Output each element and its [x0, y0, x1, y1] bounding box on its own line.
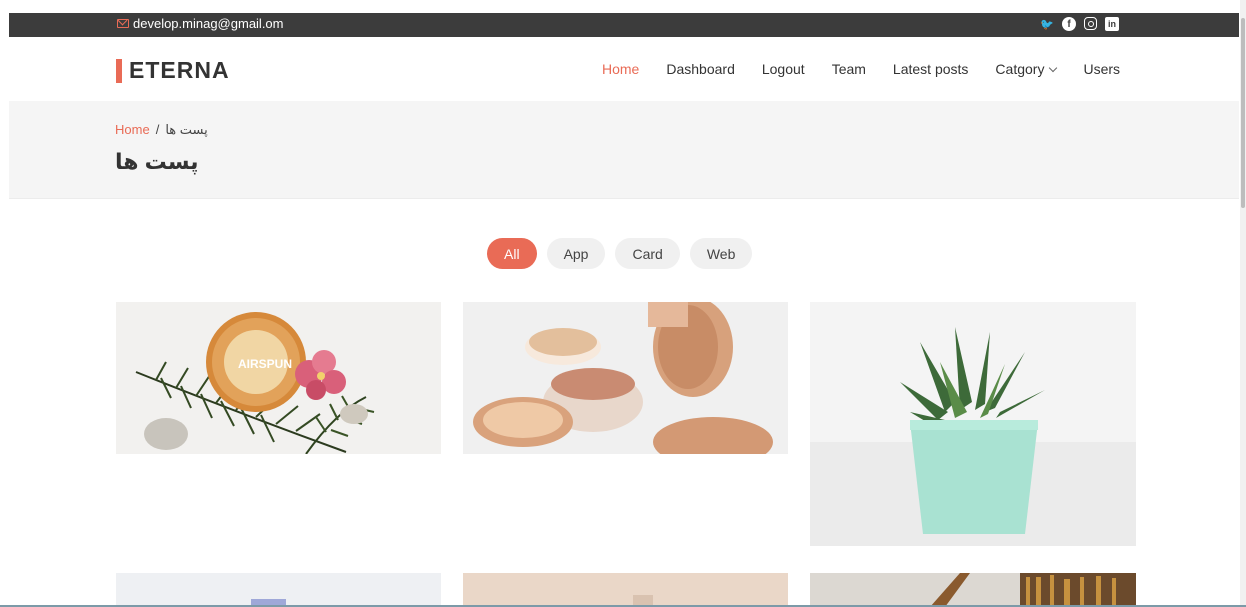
nav-latest-posts[interactable]: Latest posts [893, 61, 969, 77]
filter-web[interactable]: Web [689, 238, 753, 269]
nav-users[interactable]: Users [1083, 61, 1120, 77]
linkedin-icon[interactable]: in [1105, 17, 1119, 31]
nav-home[interactable]: Home [602, 61, 639, 77]
logo-bar [116, 58, 122, 83]
portfolio-item-powder-flowers[interactable]: AIRSPUN [116, 302, 441, 454]
logo-text: ETERNA [129, 57, 230, 83]
nav-logout[interactable]: Logout [762, 61, 805, 77]
succulent-image [810, 302, 1136, 546]
airspun-label: AIRSPUN [238, 357, 292, 371]
email-text: develop.minag@gmail.om [133, 16, 284, 31]
portfolio-item-bottom-left[interactable] [116, 573, 441, 607]
portfolio-item-bottom-middle[interactable] [463, 573, 788, 607]
filter-card[interactable]: Card [615, 238, 680, 269]
bottom-left-image [116, 573, 441, 607]
breadcrumb-home[interactable]: Home [115, 122, 150, 138]
social-links: 🐦 f in [1040, 17, 1119, 31]
contact-email[interactable]: develop.minag@gmail.om [117, 16, 284, 31]
nav-dashboard[interactable]: Dashboard [666, 61, 735, 77]
scrollbar-thumb[interactable] [1241, 18, 1245, 208]
twitter-icon[interactable]: 🐦 [1040, 17, 1054, 31]
chevron-down-icon [1049, 63, 1058, 73]
envelope-icon [117, 19, 129, 28]
site-header: ETERNA Home Dashboard Logout Team Latest… [9, 37, 1239, 101]
filter-app[interactable]: App [546, 238, 606, 269]
main-nav: Home Dashboard Logout Team Latest posts … [602, 61, 1120, 77]
nav-category[interactable]: Catgory [995, 61, 1058, 77]
filter-all[interactable]: All [487, 238, 537, 269]
scrollbar[interactable] [1240, 0, 1246, 607]
powder-jars-image [463, 302, 788, 454]
page-title: پست ها [115, 149, 199, 174]
portfolio-item-bottom-right[interactable] [810, 573, 1136, 607]
portfolio-filters: All App Card Web [487, 238, 753, 269]
portfolio-item-powder-jars[interactable] [463, 302, 788, 454]
breadcrumb: Home / پست ها [115, 122, 208, 138]
bottom-right-image [810, 573, 1136, 607]
breadcrumb-separator: / [155, 122, 160, 137]
breadcrumb-section: Home / پست ها پست ها [9, 101, 1239, 199]
portfolio-item-succulent[interactable] [810, 302, 1136, 546]
facebook-icon[interactable]: f [1062, 17, 1076, 31]
breadcrumb-current: پست ها [165, 122, 208, 137]
logo[interactable]: ETERNA [116, 57, 230, 84]
instagram-icon[interactable] [1084, 17, 1097, 30]
bottom-middle-image [463, 573, 788, 607]
nav-category-label: Catgory [995, 61, 1045, 77]
top-bar: develop.minag@gmail.om 🐦 f in [9, 13, 1239, 37]
nav-team[interactable]: Team [832, 61, 866, 77]
powder-flowers-image: AIRSPUN [116, 302, 441, 454]
